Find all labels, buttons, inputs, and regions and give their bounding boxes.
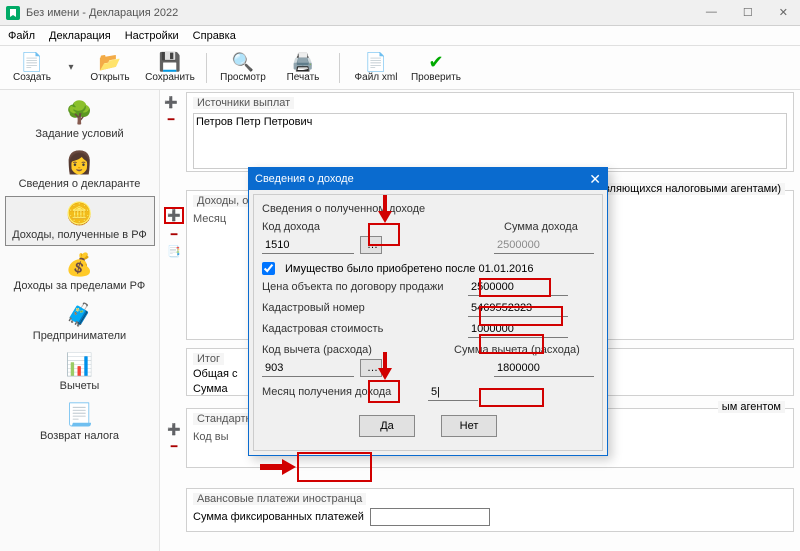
income-code-input[interactable] <box>262 236 354 254</box>
deduct-code-lookup-button[interactable]: … <box>360 359 382 377</box>
deduct-code-input[interactable] <box>262 359 354 377</box>
window-maximize-button[interactable]: ☐ <box>737 6 759 19</box>
income-sum-label: Сумма дохода <box>504 221 594 233</box>
menu-file[interactable]: Файл <box>8 30 35 42</box>
income-details-dialog: Сведения о доходе ✕ Сведения о полученно… <box>248 167 608 456</box>
bought-after-2016-checkbox[interactable] <box>262 262 275 275</box>
sale-price-label: Цена объекта по договору продажи <box>262 281 462 293</box>
window-titlebar: Без имени - Декларация 2022 — ☐ ✕ <box>0 0 800 26</box>
income-code-lookup-button[interactable]: … <box>360 236 382 254</box>
add-income-icon[interactable]: ➕ <box>164 207 184 224</box>
file-xml-icon: 📄 <box>365 53 387 71</box>
window-minimize-button[interactable]: — <box>700 6 723 19</box>
nav-income-rf[interactable]: 🪙Доходы, полученные в РФ <box>5 196 155 246</box>
income-sum-input[interactable] <box>494 236 594 254</box>
printer-icon: 🖨️ <box>292 53 314 71</box>
toolbar-save-button[interactable]: 💾Сохранить <box>142 53 198 83</box>
floppy-icon: 💾 <box>159 53 181 71</box>
coins-icon: 🪙 <box>66 201 93 227</box>
cad-number-input[interactable] <box>468 299 568 317</box>
money-bag-icon: 💰 <box>66 252 93 278</box>
fixed-payments-label: Сумма фиксированных платежей <box>193 511 364 523</box>
tree-icon: 🌳 <box>66 100 93 126</box>
sources-header: Источники выплат <box>193 97 294 109</box>
deduct-code-label: Код вычета (расхода) <box>262 344 392 356</box>
app-icon <box>6 6 20 20</box>
deduct-sum-input[interactable] <box>494 359 594 377</box>
nav-income-abroad[interactable]: 💰Доходы за пределами РФ <box>5 248 155 296</box>
group-title: Сведения о полученном доходе <box>262 203 594 215</box>
toolbar-create-button[interactable]: 📄Создать <box>4 53 60 83</box>
document-lines-icon: 📃 <box>66 402 93 428</box>
toolbar-print-button[interactable]: 🖨️Печать <box>275 53 331 83</box>
ok-button[interactable]: Да <box>359 415 415 437</box>
menu-settings[interactable]: Настройки <box>125 30 179 42</box>
magnifier-icon: 🔍 <box>232 53 254 71</box>
window-close-button[interactable]: ✕ <box>773 6 794 19</box>
menu-declaration[interactable]: Декларация <box>49 30 111 42</box>
folder-open-icon: 📂 <box>99 53 121 71</box>
cad-value-label: Кадастровая стоимость <box>262 323 462 335</box>
nav-entrepreneur[interactable]: 🧳Предприниматели <box>5 298 155 346</box>
fixed-payments-input[interactable] <box>370 508 490 526</box>
incomes-caption-end: являющихся налоговыми агентами) <box>594 183 785 195</box>
add-deduction-icon[interactable]: ➕ <box>167 423 181 436</box>
cancel-button[interactable]: Нет <box>441 415 497 437</box>
toolbar-separator <box>206 53 207 83</box>
noagent-caption: ым агентом <box>718 401 785 413</box>
toolbar-open-button[interactable]: 📂Открыть <box>82 53 138 83</box>
toolbar-create-dropdown[interactable]: ▾ <box>64 62 78 73</box>
deduct-sum-label: Сумма вычета (расхода) <box>454 344 594 356</box>
side-navigation: 🌳Задание условий 👩Сведения о декларанте … <box>0 90 160 551</box>
income-month-input[interactable] <box>428 383 478 401</box>
cad-number-label: Кадастровый номер <box>262 302 462 314</box>
main-toolbar: 📄Создать ▾ 📂Открыть 💾Сохранить 🔍Просмотр… <box>0 46 800 90</box>
dialog-title: Сведения о доходе <box>255 173 354 185</box>
deductions-icon: 📊 <box>66 352 93 378</box>
page-plus-icon: 📄 <box>21 53 43 71</box>
person-icon: 👩 <box>66 150 93 176</box>
dialog-close-button[interactable]: ✕ <box>589 171 601 188</box>
nav-declarant[interactable]: 👩Сведения о декларанте <box>5 146 155 194</box>
source-row[interactable]: Петров Петр Петрович <box>196 116 784 128</box>
total-label: Общая с <box>193 368 238 380</box>
window-title: Без имени - Декларация 2022 <box>26 7 178 19</box>
copy-income-icon[interactable]: 📑 <box>167 245 181 258</box>
remove-deduction-icon[interactable]: ━ <box>171 440 178 453</box>
suitcase-icon: 🧳 <box>66 302 93 328</box>
nav-deductions[interactable]: 📊Вычеты <box>5 348 155 396</box>
toolbar-separator <box>339 53 340 83</box>
checkmark-icon: ✔ <box>428 53 443 71</box>
toolbar-preview-button[interactable]: 🔍Просмотр <box>215 53 271 83</box>
nav-conditions[interactable]: 🌳Задание условий <box>5 96 155 144</box>
nav-tax-return[interactable]: 📃Возврат налога <box>5 398 155 446</box>
cad-value-input[interactable] <box>468 320 568 338</box>
income-code-label: Код дохода <box>262 221 352 233</box>
add-source-icon[interactable]: ➕ <box>164 96 178 109</box>
sum-label: Сумма <box>193 383 228 395</box>
advance-caption: Авансовые платежи иностранца <box>193 493 366 505</box>
sale-price-input[interactable] <box>468 278 568 296</box>
menu-help[interactable]: Справка <box>193 30 236 42</box>
income-month-label: Месяц получения дохода <box>262 386 422 398</box>
remove-source-icon[interactable]: ━ <box>168 113 175 126</box>
toolbar-xml-button[interactable]: 📄Файл xml <box>348 53 404 83</box>
toolbar-check-button[interactable]: ✔Проверить <box>408 53 464 83</box>
remove-income-icon[interactable]: ━ <box>171 228 178 241</box>
bought-after-2016-label: Имущество было приобретено после 01.01.2… <box>285 263 534 275</box>
menu-bar: Файл Декларация Настройки Справка <box>0 26 800 46</box>
totals-caption: Итог <box>193 353 224 365</box>
